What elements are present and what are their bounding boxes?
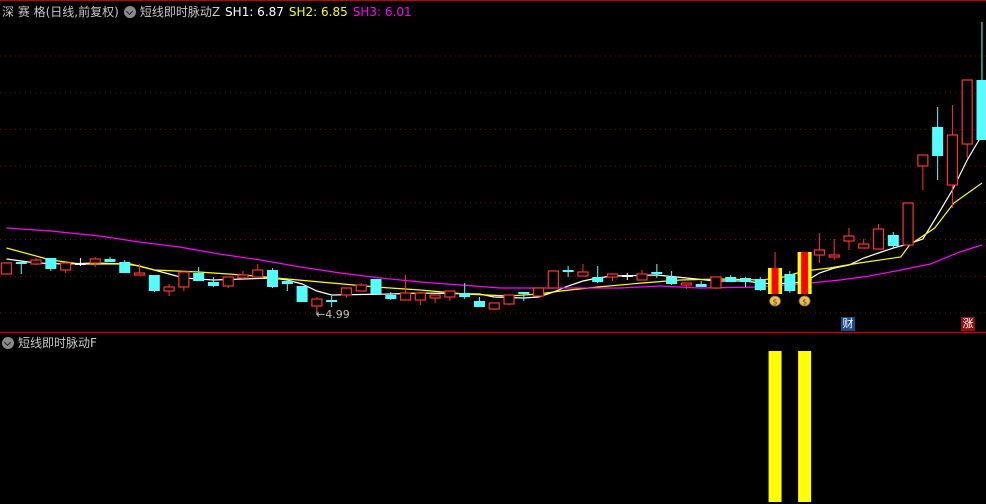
candle-body-up bbox=[858, 243, 870, 249]
candle-body-up bbox=[414, 292, 426, 301]
security-title: 深 赛 格(日线,前复权) bbox=[2, 5, 119, 19]
candle-body-up bbox=[89, 258, 101, 264]
candle-body-up bbox=[872, 228, 885, 250]
candle-body-up bbox=[636, 273, 648, 281]
candle-body-up bbox=[0, 262, 13, 275]
candle-body-up bbox=[252, 269, 264, 278]
candle-body-down bbox=[148, 275, 160, 291]
sh3-value: SH3: 6.01 bbox=[352, 4, 412, 19]
candle-body-down bbox=[666, 277, 678, 284]
chart-canvas[interactable]: $ $ bbox=[0, 0, 986, 504]
candle-body-down bbox=[518, 292, 530, 294]
candle-body-up bbox=[60, 262, 72, 271]
candle-body-down bbox=[207, 282, 219, 286]
candle-body-up bbox=[444, 290, 456, 298]
candle-body-down bbox=[725, 277, 737, 282]
candle-body-up bbox=[547, 270, 559, 289]
candle-body-up bbox=[710, 276, 722, 289]
candle-body-down bbox=[754, 279, 766, 290]
candle-body-down bbox=[296, 286, 308, 302]
candle-body-up bbox=[577, 271, 589, 277]
money-bag-symbol: $ bbox=[773, 298, 778, 307]
sh2-value: SH2: 6.85 bbox=[288, 4, 348, 19]
candle-body-up bbox=[902, 202, 914, 246]
candle-body-down bbox=[976, 80, 986, 140]
sub-indicator-bar bbox=[768, 351, 782, 502]
candle-body-up bbox=[828, 254, 840, 258]
candle-body-down bbox=[459, 293, 471, 297]
candle-body-down bbox=[473, 301, 485, 307]
ma-line-sh1 bbox=[6, 134, 983, 299]
candle-body-up bbox=[237, 274, 249, 279]
candle-body-up bbox=[680, 282, 692, 286]
lowest-price-label: ←4.99 bbox=[316, 308, 350, 321]
candle-body-down bbox=[784, 274, 796, 291]
candle-body-up bbox=[30, 259, 42, 265]
candle-body-up bbox=[503, 294, 515, 305]
stock-chart-window: $ $ 深 赛 格(日线,前复权) 短线即时脉动Z SH1: 6.87 SH2: … bbox=[0, 0, 986, 504]
candle-body-up bbox=[946, 134, 959, 186]
candle-body-up bbox=[133, 272, 146, 276]
candle-body-up bbox=[178, 271, 190, 288]
candle-body-down bbox=[887, 235, 899, 246]
candle-body-up bbox=[532, 287, 545, 297]
main-panel-header: 深 赛 格(日线,前复权) 短线即时脉动Z SH1: 6.87 SH2: 6.8… bbox=[2, 3, 417, 20]
candle-body-down bbox=[326, 300, 338, 302]
candle-body-up bbox=[399, 292, 412, 301]
candle-body-down bbox=[104, 259, 116, 262]
signal-candle-core bbox=[801, 252, 809, 294]
candle-body-down bbox=[267, 270, 279, 287]
candle-body-down bbox=[119, 262, 131, 273]
sub-indicator-name[interactable]: 短线即时脉动F bbox=[18, 334, 97, 351]
candle-body-up bbox=[311, 298, 323, 307]
candle-body-up bbox=[340, 287, 353, 296]
sh1-value: SH1: 6.87 bbox=[225, 4, 284, 19]
candle-body-down bbox=[45, 258, 57, 269]
candle-body-down bbox=[932, 127, 944, 156]
sub-indicator-menu-chevron-icon[interactable] bbox=[2, 336, 14, 349]
candle-body-up bbox=[843, 235, 855, 242]
money-bag-symbol: $ bbox=[802, 298, 807, 307]
finance-badge[interactable]: 财 bbox=[841, 317, 855, 331]
candle-body-up bbox=[222, 276, 234, 287]
candle-body-down bbox=[385, 295, 397, 299]
candle-body-up bbox=[163, 286, 175, 292]
candle-body-down bbox=[592, 277, 604, 282]
candle-body-up bbox=[961, 79, 973, 145]
candle-body-down bbox=[695, 284, 707, 287]
candle-body-up bbox=[429, 294, 441, 299]
candle-body-up bbox=[917, 154, 929, 167]
candle-body-up bbox=[606, 273, 619, 278]
signal-candle-core bbox=[771, 268, 779, 294]
indicator-menu-chevron-icon[interactable] bbox=[123, 5, 136, 18]
candle-body-down bbox=[281, 281, 293, 284]
indicator-name[interactable]: 短线即时脉动Z bbox=[140, 3, 220, 20]
limit-up-badge[interactable]: 涨 bbox=[961, 317, 975, 331]
candle-body-up bbox=[488, 302, 500, 310]
sub-indicator-bar bbox=[798, 351, 812, 502]
sub-panel-header: 短线即时脉动F bbox=[2, 334, 97, 351]
candle-body-down bbox=[740, 278, 751, 282]
candle-body-up bbox=[813, 249, 826, 256]
candle-body-down bbox=[193, 273, 205, 281]
candle-body-down bbox=[370, 279, 382, 294]
candle-body-up bbox=[355, 284, 367, 292]
